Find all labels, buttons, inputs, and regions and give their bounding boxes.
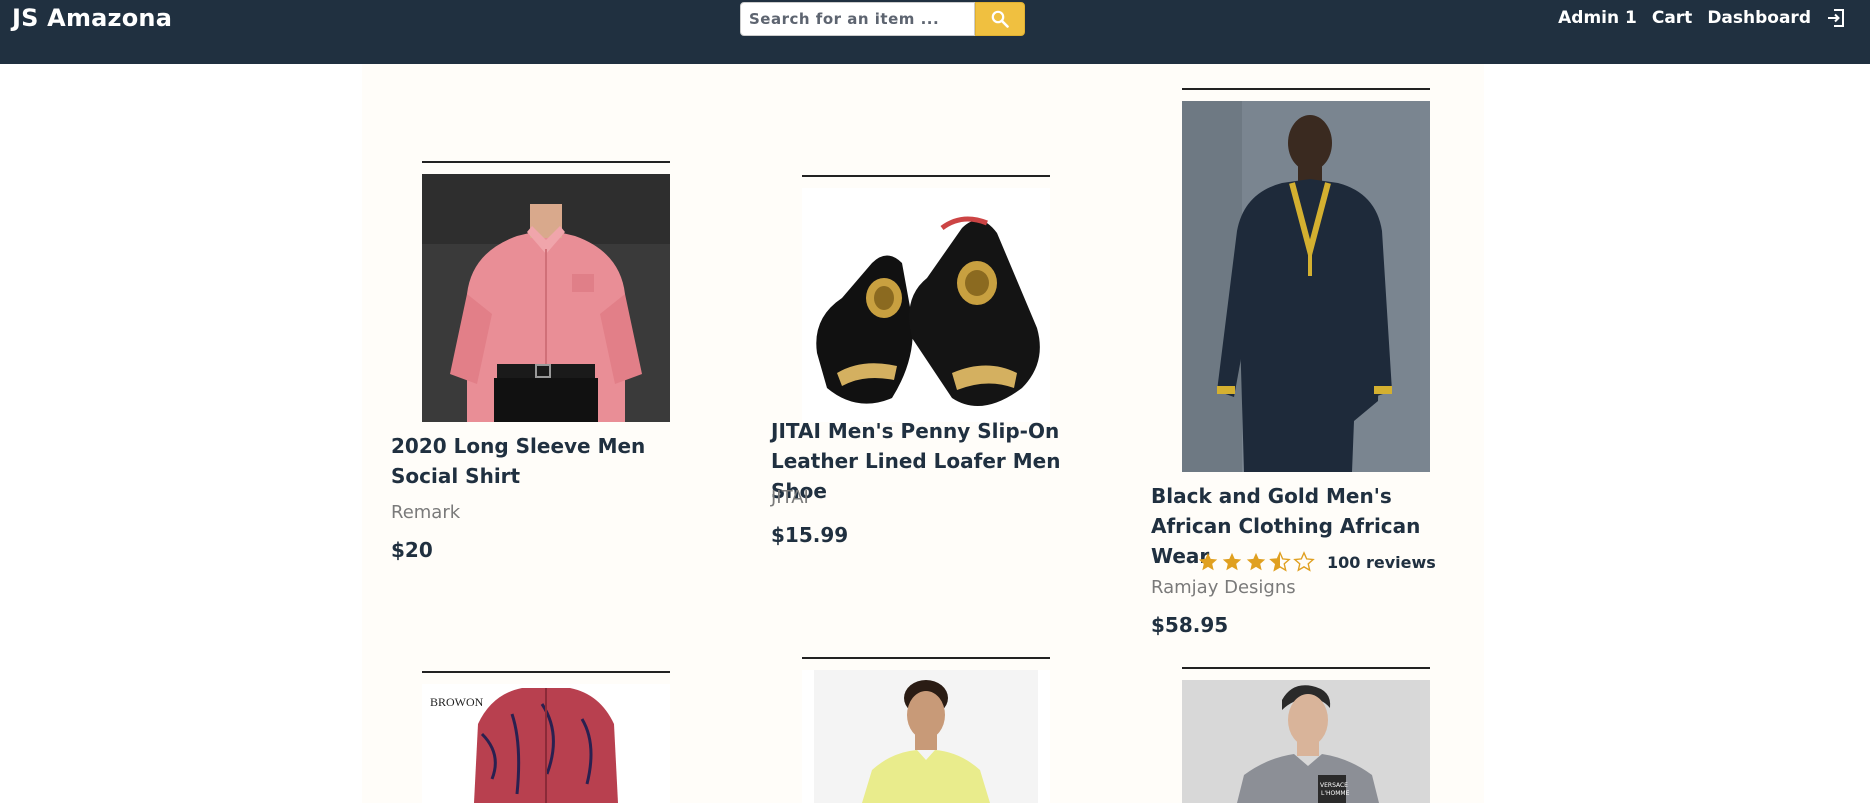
search-form xyxy=(740,2,1025,36)
product-name[interactable]: JITAI Men's Penny Slip-On Leather Lined … xyxy=(771,416,1071,506)
product-brand: Ramjay Designs xyxy=(1151,577,1296,598)
star-full-icon xyxy=(1198,552,1218,571)
user-menu-link[interactable]: Admin 1 xyxy=(1558,8,1637,28)
search-button[interactable] xyxy=(975,2,1025,36)
card-divider xyxy=(802,657,1050,659)
dashboard-link[interactable]: Dashboard xyxy=(1707,8,1811,28)
image-logo-text: VERSACE xyxy=(1320,782,1348,789)
product-image[interactable] xyxy=(1182,101,1430,472)
cart-link[interactable]: Cart xyxy=(1652,8,1692,28)
product-image[interactable] xyxy=(422,174,670,422)
search-icon xyxy=(991,10,1009,28)
product-price: $20 xyxy=(391,538,433,562)
sign-out-button[interactable] xyxy=(1826,8,1846,28)
search-input[interactable] xyxy=(740,2,975,36)
star-full-icon xyxy=(1222,552,1242,571)
card-divider xyxy=(422,161,670,163)
star-empty-icon xyxy=(1293,551,1315,572)
card-divider xyxy=(422,671,670,673)
card-divider xyxy=(802,175,1050,177)
product-price: $58.95 xyxy=(1151,613,1229,637)
image-logo-text: BROWON xyxy=(430,695,484,709)
product-image[interactable]: BROWON xyxy=(422,684,670,803)
brand-logo[interactable]: JS Amazona xyxy=(12,4,172,32)
review-count[interactable]: 100 reviews xyxy=(1327,553,1436,572)
sign-out-icon xyxy=(1828,9,1844,27)
product-name[interactable]: 2020 Long Sleeve Men Social Shirt xyxy=(391,431,691,491)
card-divider xyxy=(1182,667,1430,669)
product-brand: Remark xyxy=(391,502,461,523)
image-logo-text: L'HOMME xyxy=(1321,790,1350,797)
product-grid: 2020 Long Sleeve Men Social Shirt Remark… xyxy=(362,64,1484,803)
product-rating: 100 reviews xyxy=(1197,551,1436,573)
product-image[interactable]: VERSACE L'HOMME xyxy=(1182,680,1430,803)
top-navbar: JS Amazona Admin 1 Cart Dashboard xyxy=(0,0,1870,64)
product-image[interactable] xyxy=(802,670,1050,803)
product-image[interactable] xyxy=(802,188,1050,422)
card-divider xyxy=(1182,88,1430,90)
star-full-icon xyxy=(1246,552,1266,571)
product-price: $15.99 xyxy=(771,523,849,547)
nav-links: Admin 1 Cart Dashboard xyxy=(1558,8,1846,28)
product-brand: JITAI xyxy=(771,487,809,508)
star-half-icon xyxy=(1269,551,1291,572)
